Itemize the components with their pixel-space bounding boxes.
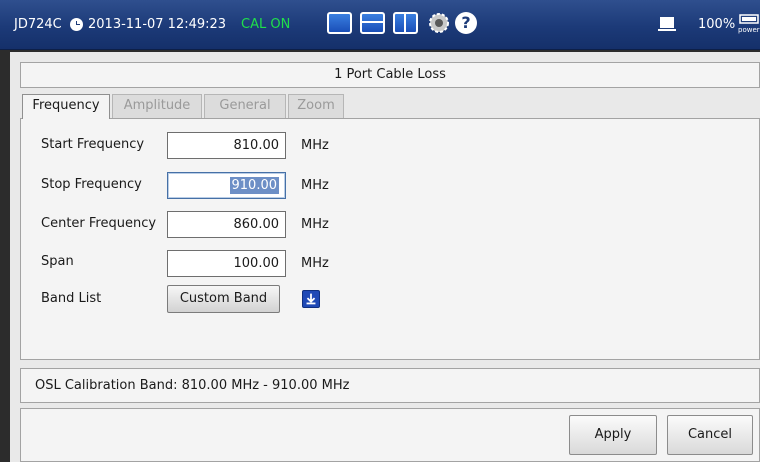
laptop-icon [658,17,676,31]
dialog-footer: Apply Cancel [20,408,760,462]
dialog-panel: 1 Port Cable Loss Frequency Amplitude Ge… [10,52,760,462]
split-vertical-icon[interactable] [393,12,418,34]
center-frequency-input[interactable]: 860.00 [167,211,286,238]
power-label: power [738,26,760,34]
start-frequency-unit: MHz [301,138,329,153]
tab-frequency[interactable]: Frequency [22,94,110,119]
span-input[interactable]: 100.00 [167,250,286,277]
dialog-title: 1 Port Cable Loss [20,62,760,88]
datetime: 2013-11-07 12:49:23 [88,17,227,32]
band-list-label: Band List [41,291,102,306]
gear-icon[interactable] [427,11,451,35]
apply-button[interactable]: Apply [569,415,657,455]
span-unit: MHz [301,256,329,271]
tab-general[interactable]: General [204,94,286,118]
calibration-band-info: OSL Calibration Band: 810.00 MHz - 910.0… [20,368,760,403]
frequency-settings: Start Frequency 810.00 MHz Stop Frequenc… [20,118,760,360]
stop-frequency-input[interactable]: 910.00 [167,172,286,199]
center-frequency-unit: MHz [301,217,329,232]
tab-zoom[interactable]: Zoom [288,94,344,118]
stop-frequency-value: 910.00 [229,177,279,194]
tab-amplitude[interactable]: Amplitude [112,94,202,118]
download-icon[interactable] [302,290,320,308]
stop-frequency-label: Stop Frequency [41,177,142,192]
status-bar: JD724C 2013-11-07 12:49:23 CAL ON ? 100%… [0,0,760,50]
center-frequency-label: Center Frequency [41,216,157,231]
cal-status: CAL ON [241,17,291,32]
battery-percentage: 100% [698,17,736,32]
stop-frequency-unit: MHz [301,178,329,193]
start-frequency-label: Start Frequency [41,137,145,152]
single-view-icon[interactable] [327,12,352,34]
custom-band-button[interactable]: Custom Band [167,285,280,313]
cancel-button[interactable]: Cancel [667,415,753,455]
split-horizontal-icon[interactable] [360,12,385,34]
clock-icon [70,18,83,31]
start-frequency-input[interactable]: 810.00 [167,132,286,159]
device-model: JD724C [14,17,62,32]
power-icon: power [738,12,760,36]
help-icon[interactable]: ? [455,12,477,34]
span-label: Span [41,254,74,269]
